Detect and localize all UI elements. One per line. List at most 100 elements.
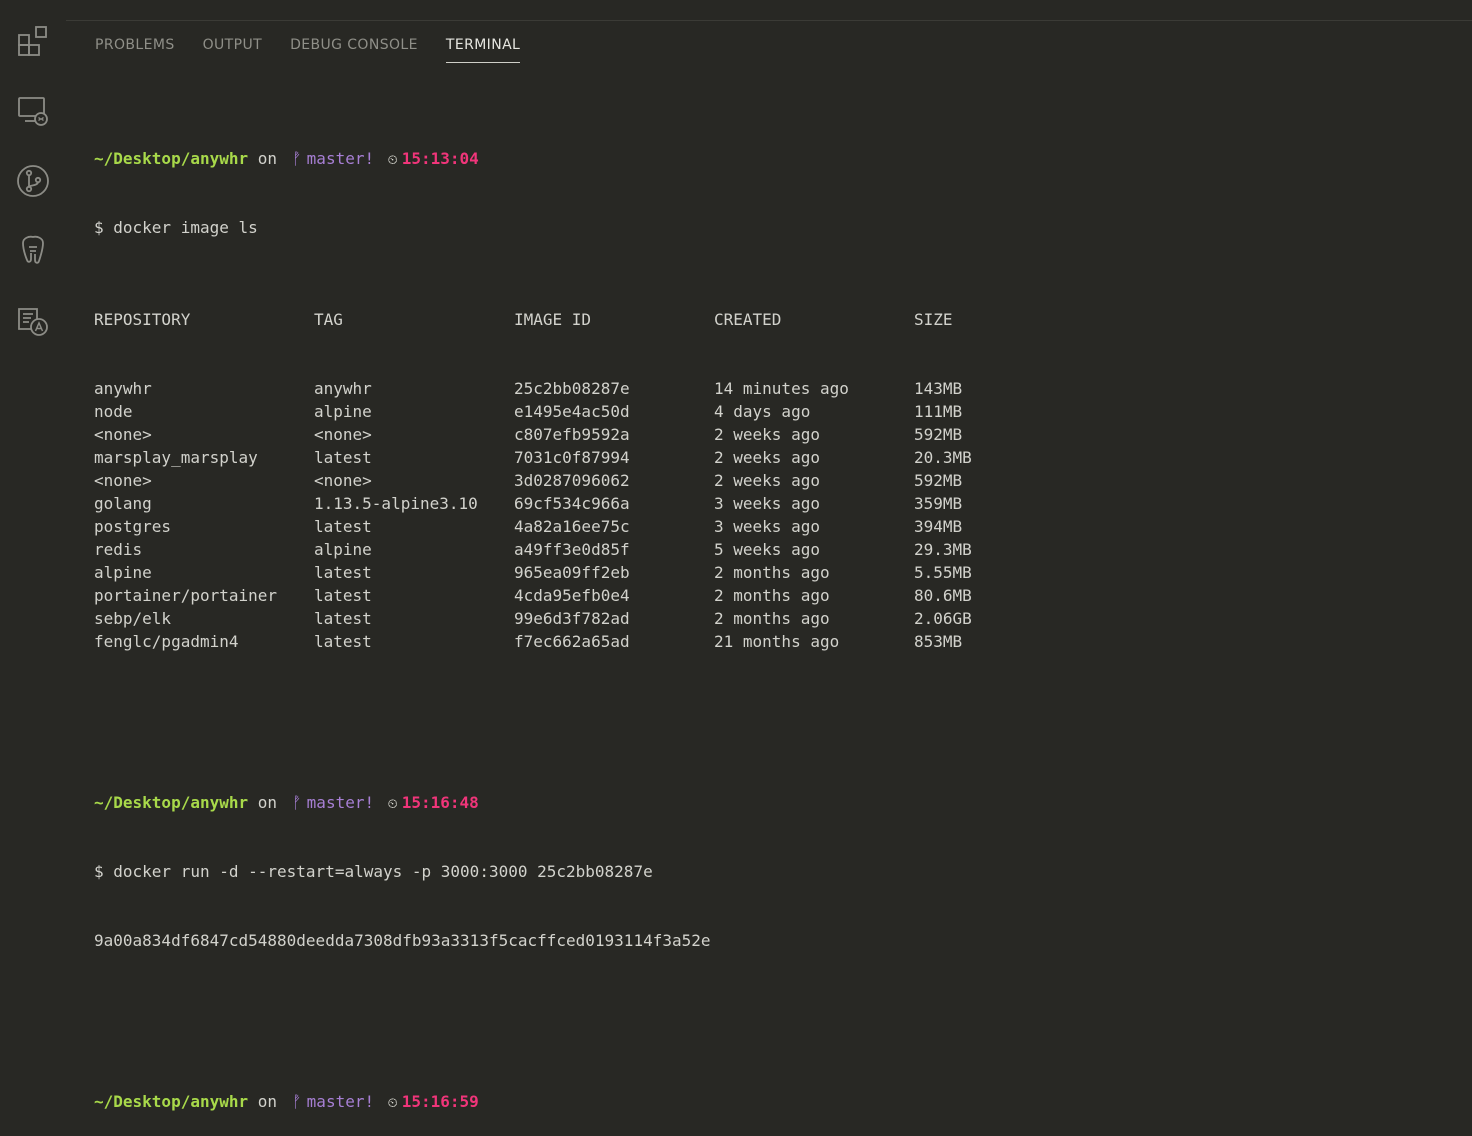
cell-size: 20.3MB — [914, 448, 972, 467]
cell-created: 2 weeks ago — [714, 425, 820, 444]
cell-image-id: a49ff3e0d85f — [514, 540, 630, 559]
cell-tag: alpine — [314, 402, 372, 421]
cell-tag: latest — [314, 517, 372, 536]
cell-size: 592MB — [914, 471, 963, 490]
header-created: CREATED — [714, 310, 782, 329]
table-row: node alpine e1495e4ac50d 4 days ago 111MB — [94, 400, 1014, 423]
table-row: anywhr anywhr 25c2bb08287e 14 minutes ago 14… — [94, 377, 1014, 400]
prompt-path: ~/Desktop/anywhr — [94, 1092, 249, 1111]
cell-size: 592MB — [914, 425, 963, 444]
cell-tag: anywhr — [314, 379, 372, 398]
table-row: <none> <none> 3d0287096062 2 weeks ago 592MB — [94, 469, 1014, 492]
remote-explorer-icon[interactable] — [14, 92, 52, 130]
cell-size: 5.55MB — [914, 563, 972, 582]
cell-repository: <none> — [94, 471, 152, 490]
cell-image-id: 69cf534c966a — [514, 494, 630, 513]
prompt-line: ~/Desktop/anywhr on ᚡ master! ⏲ 15:16:48 — [94, 791, 1014, 814]
prompt-branch: master! — [306, 793, 375, 812]
cell-tag: alpine — [314, 540, 372, 559]
cell-created: 21 months ago — [714, 632, 840, 651]
prompt-branch: master! — [306, 149, 375, 168]
table-row: alpine latest 965ea09ff2eb 2 months ago 5.55… — [94, 561, 1014, 584]
cell-repository: fenglc/pgadmin4 — [94, 632, 239, 651]
table-header: REPOSITORY TAG IMAGE ID CREATED SIZE — [94, 308, 1014, 331]
clock-icon: ⏲ — [387, 797, 398, 812]
cell-created: 2 weeks ago — [714, 471, 820, 490]
cell-created: 4 days ago — [714, 402, 811, 421]
postgresql-icon[interactable] — [14, 232, 52, 270]
cell-tag: <none> — [314, 471, 372, 490]
cell-image-id: 7031c0f87994 — [514, 448, 630, 467]
cell-repository: <none> — [94, 425, 152, 444]
cell-image-id: 4a82a16ee75c — [514, 517, 630, 536]
command-output: 9a00a834df6847cd54880deedda7308dfb93a331… — [94, 931, 711, 950]
cell-size: 394MB — [914, 517, 963, 536]
git-branch-icon: ᚡ — [291, 149, 302, 168]
prompt-on: on — [257, 149, 278, 168]
tab-terminal[interactable]: TERMINAL — [445, 36, 521, 64]
cell-repository: alpine — [94, 563, 152, 582]
cell-repository: sebp/elk — [94, 609, 172, 628]
git-branch-icon: ᚡ — [291, 793, 302, 812]
extensions-icon[interactable] — [14, 22, 52, 60]
cell-repository: node — [94, 402, 133, 421]
cell-repository: golang — [94, 494, 152, 513]
cell-tag: 1.13.5-alpine3.10 — [314, 494, 478, 513]
cell-size: 111MB — [914, 402, 963, 421]
cell-image-id: 3d0287096062 — [514, 471, 630, 490]
prompt-on: on — [257, 793, 278, 812]
tab-problems[interactable]: PROBLEMS — [95, 36, 175, 64]
header-image-id: IMAGE ID — [514, 310, 592, 329]
cell-tag: <none> — [314, 425, 372, 444]
cell-image-id: c807efb9592a — [514, 425, 630, 444]
cell-created: 2 months ago — [714, 586, 830, 605]
terminal-output[interactable]: ~/Desktop/anywhr on ᚡ master! ⏲ 15:13:04 $… — [94, 101, 1014, 1136]
prompt-line: ~/Desktop/anywhr on ᚡ master! ⏲ 15:13:04 — [94, 147, 1014, 170]
image-table-rows: anywhr anywhr 25c2bb08287e 14 minutes ago 14… — [94, 377, 1014, 653]
command-line: $ docker run -d --restart=always -p 3000… — [94, 862, 653, 881]
tab-debug-console[interactable]: DEBUG CONSOLE — [290, 36, 418, 64]
table-row: sebp/elk latest 99e6d3f782ad 2 months ago 2.… — [94, 607, 1014, 630]
cell-created: 14 minutes ago — [714, 379, 849, 398]
prompt-on: on — [257, 1092, 278, 1111]
cell-tag: latest — [314, 632, 372, 651]
translate-icon[interactable] — [14, 302, 52, 340]
table-row: golang 1.13.5-alpine3.10 69cf534c966a 3 wee… — [94, 492, 1014, 515]
prompt-path: ~/Desktop/anywhr — [94, 793, 249, 812]
cell-tag: latest — [314, 563, 372, 582]
cell-image-id: 99e6d3f782ad — [514, 609, 630, 628]
cell-repository: anywhr — [94, 379, 152, 398]
git-branch-icon: ᚡ — [291, 1092, 302, 1111]
cell-size: 29.3MB — [914, 540, 972, 559]
cell-image-id: 25c2bb08287e — [514, 379, 630, 398]
cell-size: 853MB — [914, 632, 963, 651]
prompt-line: ~/Desktop/anywhr on ᚡ master! ⏲ 15:16:59 — [94, 1090, 1014, 1113]
cell-repository: postgres — [94, 517, 172, 536]
prompt-branch: master! — [306, 1092, 375, 1111]
cell-size: 2.06GB — [914, 609, 972, 628]
table-row: redis alpine a49ff3e0d85f 5 weeks ago 29.3MB — [94, 538, 1014, 561]
cell-created: 3 weeks ago — [714, 517, 820, 536]
source-control-icon[interactable] — [14, 162, 52, 200]
tab-output[interactable]: OUTPUT — [203, 36, 262, 64]
prompt-path: ~/Desktop/anywhr — [94, 149, 249, 168]
clock-icon: ⏲ — [387, 153, 398, 168]
table-row: fenglc/pgadmin4 latest f7ec662a65ad 21 mont… — [94, 630, 1014, 653]
table-row: portainer/portainer latest 4cda95efb0e4 2 m… — [94, 584, 1014, 607]
cell-created: 3 weeks ago — [714, 494, 820, 513]
cell-image-id: f7ec662a65ad — [514, 632, 630, 651]
header-repository: REPOSITORY — [94, 310, 191, 329]
prompt-time: 15:13:04 — [401, 149, 479, 168]
cell-image-id: 4cda95efb0e4 — [514, 586, 630, 605]
activity-bar — [0, 0, 66, 578]
table-row: <none> <none> c807efb9592a 2 weeks ago 592MB — [94, 423, 1014, 446]
prompt-time: 15:16:48 — [401, 793, 479, 812]
cell-tag: latest — [314, 586, 372, 605]
cell-tag: latest — [314, 609, 372, 628]
editor-panel-divider — [66, 20, 1472, 21]
cell-image-id: e1495e4ac50d — [514, 402, 630, 421]
command-line: $ docker image ls — [94, 218, 258, 237]
cell-tag: latest — [314, 448, 372, 467]
header-tag: TAG — [314, 310, 343, 329]
cell-created: 2 months ago — [714, 563, 830, 582]
